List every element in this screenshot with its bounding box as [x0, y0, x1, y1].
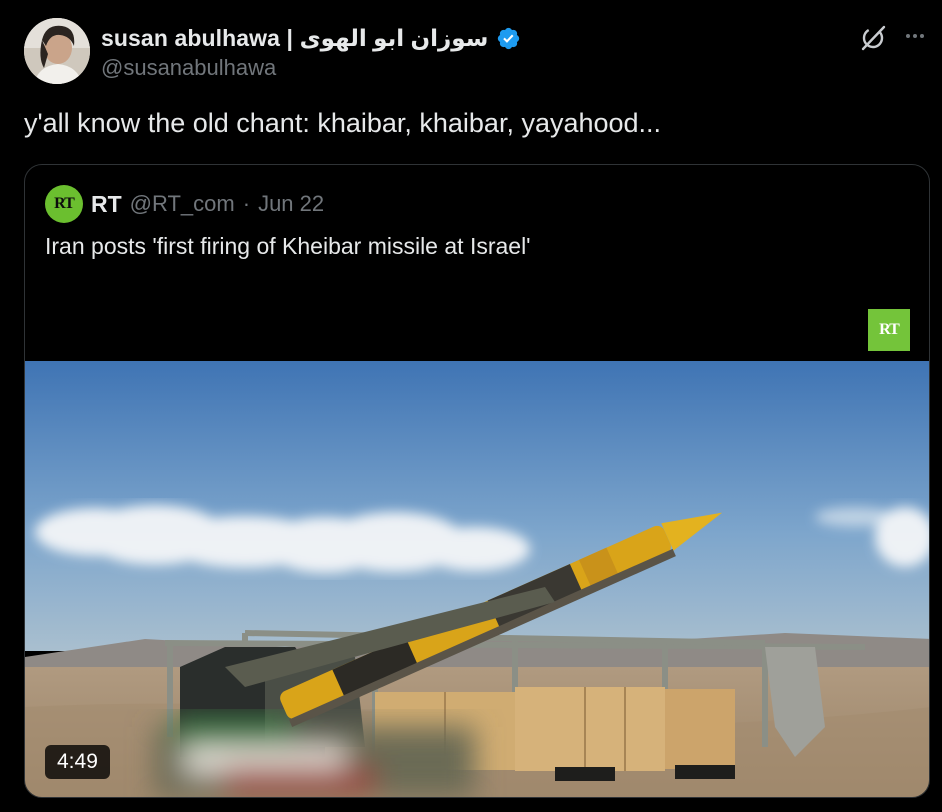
video-player[interactable]: RT 4:49: [25, 287, 929, 797]
more-icon[interactable]: [902, 26, 928, 46]
author-avatar[interactable]: [24, 18, 90, 84]
avatar-photo: [24, 18, 90, 84]
author-handle[interactable]: @susanabulhawa: [101, 55, 276, 81]
quote-author-name[interactable]: RT: [91, 191, 122, 218]
video-thumbnail: [25, 287, 929, 797]
quote-separator: ·: [242, 191, 251, 216]
author-name-row: susan abulhawa | سوزان ابو الهوى: [101, 22, 521, 54]
rt-logo: RT: [868, 309, 910, 351]
video-duration: 4:49: [45, 745, 110, 779]
verified-badge-icon[interactable]: [496, 26, 521, 51]
quote-avatar[interactable]: RT: [45, 185, 83, 223]
quote-header: RT RT @RT_com · Jun 22: [45, 185, 324, 223]
quote-date[interactable]: Jun 22: [258, 191, 324, 217]
quote-text: Iran posts 'first firing of Kheibar miss…: [45, 233, 531, 259]
tweet-text: y'all know the old chant: khaibar, khaib…: [24, 108, 662, 138]
author-display-name[interactable]: susan abulhawa | سوزان ابو الهوى: [101, 25, 488, 52]
quoted-tweet-card[interactable]: RT RT @RT_com · Jun 22 Iran posts 'first…: [24, 164, 930, 798]
quote-handle[interactable]: @RT_com: [130, 191, 235, 217]
grok-icon[interactable]: [858, 23, 888, 53]
tweet-page: susan abulhawa | سوزان ابو الهوى @susana…: [0, 0, 942, 812]
